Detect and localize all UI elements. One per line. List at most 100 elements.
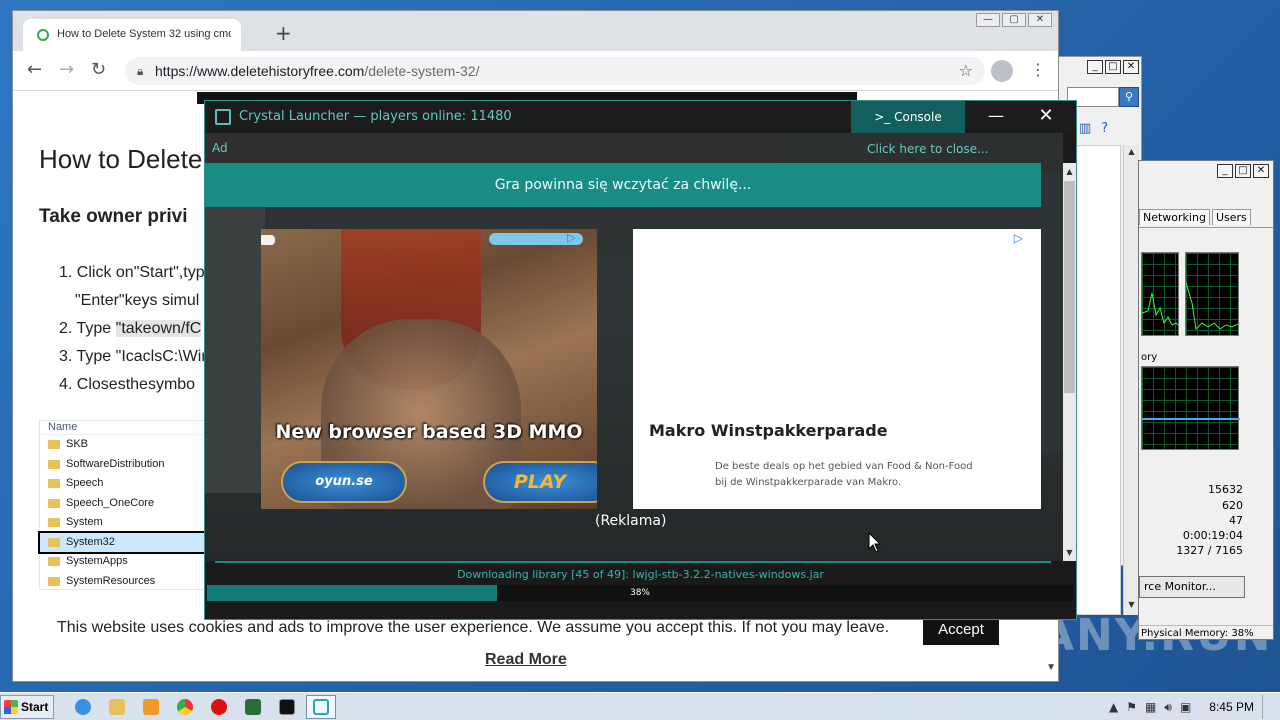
list-item: SKB bbox=[40, 435, 208, 455]
explorer-screenshot: Name SKB SoftwareDistribution Speech Spe… bbox=[38, 420, 210, 590]
menu-icon[interactable]: ⋮ bbox=[1030, 59, 1046, 81]
cookie-text: This website uses cookies and ads to imp… bbox=[57, 619, 890, 636]
scroll-down-icon[interactable]: ▼ bbox=[1046, 662, 1056, 673]
maximize-button[interactable]: ▢ bbox=[1002, 13, 1026, 27]
network-icon[interactable]: ▦ bbox=[1145, 700, 1156, 714]
makro-ad-banner[interactable]: ▷ Makro Winstpakkerparade De beste deals… bbox=[633, 229, 1041, 509]
action-center-flag-icon[interactable]: ⚑ bbox=[1126, 700, 1137, 714]
close-button[interactable]: ✕ bbox=[1028, 13, 1052, 27]
list-item: 2. Type "takeown/fC bbox=[59, 320, 202, 337]
folder-icon bbox=[48, 518, 60, 527]
url-host: https://www.deletehistoryfree.com bbox=[155, 63, 365, 79]
chrome-icon[interactable] bbox=[170, 695, 200, 719]
stat-value: 620 bbox=[1222, 499, 1243, 512]
maximize-button[interactable]: □ bbox=[1235, 164, 1251, 178]
task-manager-icon[interactable] bbox=[238, 695, 268, 719]
close-button[interactable]: ✕ bbox=[1253, 164, 1269, 178]
memory-graph bbox=[1141, 366, 1240, 450]
search-icon[interactable]: ⚲ bbox=[1119, 87, 1139, 107]
opera-icon[interactable] bbox=[204, 695, 234, 719]
list-item: SystemApps bbox=[40, 552, 208, 572]
taskbar: Start ▲ ⚑ ▦ 🔊︎ ▣ 8:45 PM bbox=[0, 692, 1280, 720]
adchoices-icon[interactable]: ▷ bbox=[567, 231, 575, 244]
adchoices-icon[interactable]: ▷ bbox=[1014, 231, 1023, 245]
folder-icon bbox=[48, 479, 60, 488]
folder-icon bbox=[48, 557, 60, 566]
maximize-button[interactable]: □ bbox=[1105, 60, 1121, 74]
task-manager-window[interactable]: _ □ ✕ Networking Users ory 15632 620 47 … bbox=[1138, 160, 1274, 640]
scroll-up-icon[interactable]: ▲ bbox=[1125, 147, 1138, 160]
ie-icon[interactable] bbox=[68, 695, 98, 719]
progress-percent: 38% bbox=[629, 588, 650, 598]
start-button[interactable]: Start bbox=[0, 695, 54, 719]
stat-value: 1327 / 7165 bbox=[1176, 544, 1243, 557]
folder-icon bbox=[48, 576, 60, 586]
folder-icon bbox=[48, 498, 60, 508]
folder-icon bbox=[48, 459, 60, 469]
launcher-content: Ad Click here to close... Gra powinna si… bbox=[205, 133, 1063, 561]
read-more-link[interactable]: Read More bbox=[485, 651, 567, 669]
start-label: Start bbox=[21, 700, 49, 714]
cpu-graph bbox=[1141, 252, 1180, 336]
resource-monitor-button[interactable]: rce Monitor... bbox=[1139, 576, 1245, 598]
close-button[interactable]: ✕ bbox=[1031, 105, 1061, 129]
minimize-button[interactable]: — bbox=[976, 13, 1000, 27]
clock[interactable]: 8:45 PM bbox=[1209, 700, 1254, 714]
layout-icon[interactable]: ▥ bbox=[1079, 121, 1091, 136]
scroll-down-icon[interactable]: ▼ bbox=[1063, 546, 1076, 559]
console-button[interactable]: >_ Console bbox=[851, 101, 965, 133]
address-bar[interactable]: 🔒︎ https://www.deletehistoryfree.com/del… bbox=[125, 57, 985, 85]
scrollbar[interactable]: ▲ ▼ bbox=[1063, 163, 1076, 561]
profile-avatar-icon[interactable] bbox=[991, 60, 1013, 82]
minimize-button[interactable]: _ bbox=[1087, 60, 1103, 74]
show-hidden-icons-icon[interactable]: ▲ bbox=[1109, 700, 1118, 714]
steps-list: 1. Click on"Start",typ "Enter"keys simul… bbox=[59, 264, 207, 404]
scroll-thumb[interactable] bbox=[1064, 181, 1075, 393]
divider bbox=[215, 561, 1051, 563]
back-icon[interactable]: ← bbox=[27, 60, 42, 80]
volume-icon[interactable]: 🔊︎ bbox=[1164, 700, 1172, 715]
bookmark-star-icon[interactable]: ☆ bbox=[959, 61, 973, 80]
ad-caption: (Reklama) bbox=[595, 513, 667, 529]
list-item: 1. Click on"Start",typ bbox=[59, 264, 205, 281]
ad-play-button[interactable]: PLAY bbox=[483, 461, 597, 503]
list-item-selected: System32 bbox=[38, 530, 210, 554]
ad-label: Ad bbox=[212, 141, 228, 155]
list-item: Speech bbox=[40, 474, 208, 494]
ad-tag bbox=[261, 235, 275, 245]
ad-strip: Ad bbox=[205, 133, 777, 163]
cmd-icon[interactable] bbox=[272, 695, 302, 719]
close-button[interactable]: ✕ bbox=[1123, 60, 1139, 74]
title-bar[interactable]: Crystal Launcher — players online: 11480… bbox=[205, 101, 1076, 133]
minimize-button[interactable]: _ bbox=[1217, 164, 1233, 178]
forward-icon[interactable]: → bbox=[59, 60, 74, 80]
power-icon[interactable]: ▣ bbox=[1180, 700, 1191, 714]
ad-description: De beste deals op het gebied van Food & … bbox=[715, 461, 973, 488]
scroll-down-icon[interactable]: ▼ bbox=[1125, 600, 1138, 613]
mmo-ad-banner[interactable]: ▷ New browser based 3D MMO oyun.se PLAY bbox=[261, 229, 597, 509]
scroll-up-icon[interactable]: ▲ bbox=[1063, 165, 1076, 178]
download-status: Downloading library [45 of 49]: lwjgl-st… bbox=[457, 568, 824, 581]
stat-value: 15632 bbox=[1208, 483, 1243, 496]
reload-icon[interactable]: ↻ bbox=[91, 60, 106, 80]
url-path: /delete-system-32/ bbox=[364, 63, 480, 79]
browser-tab[interactable]: How to Delete System 32 using cmd bbox=[23, 19, 241, 51]
media-player-icon[interactable] bbox=[136, 695, 166, 719]
help-icon[interactable]: ? bbox=[1101, 121, 1108, 136]
column-header: Name bbox=[40, 421, 208, 435]
show-desktop-button[interactable] bbox=[1262, 695, 1272, 719]
crystal-launcher-icon[interactable] bbox=[306, 695, 336, 719]
tab-networking[interactable]: Networking bbox=[1139, 209, 1210, 225]
ad-close-link[interactable]: Click here to close... bbox=[867, 142, 988, 156]
page-title: How to Delete bbox=[39, 144, 203, 174]
crystal-launcher-window[interactable]: Crystal Launcher — players online: 11480… bbox=[204, 100, 1077, 620]
tab-users[interactable]: Users bbox=[1211, 209, 1251, 225]
scrollbar[interactable]: ▲ ▼ bbox=[1123, 145, 1139, 615]
list-item: 3. Type "IcaclsC:\Wir bbox=[59, 348, 207, 365]
new-tab-button[interactable]: + bbox=[275, 23, 292, 43]
tab-title: How to Delete System 32 using cmd bbox=[57, 28, 231, 40]
minimize-button[interactable]: — bbox=[981, 105, 1011, 129]
explorer-icon[interactable] bbox=[102, 695, 132, 719]
ad-brand-button[interactable]: oyun.se bbox=[281, 461, 407, 503]
favicon-icon bbox=[37, 29, 49, 41]
